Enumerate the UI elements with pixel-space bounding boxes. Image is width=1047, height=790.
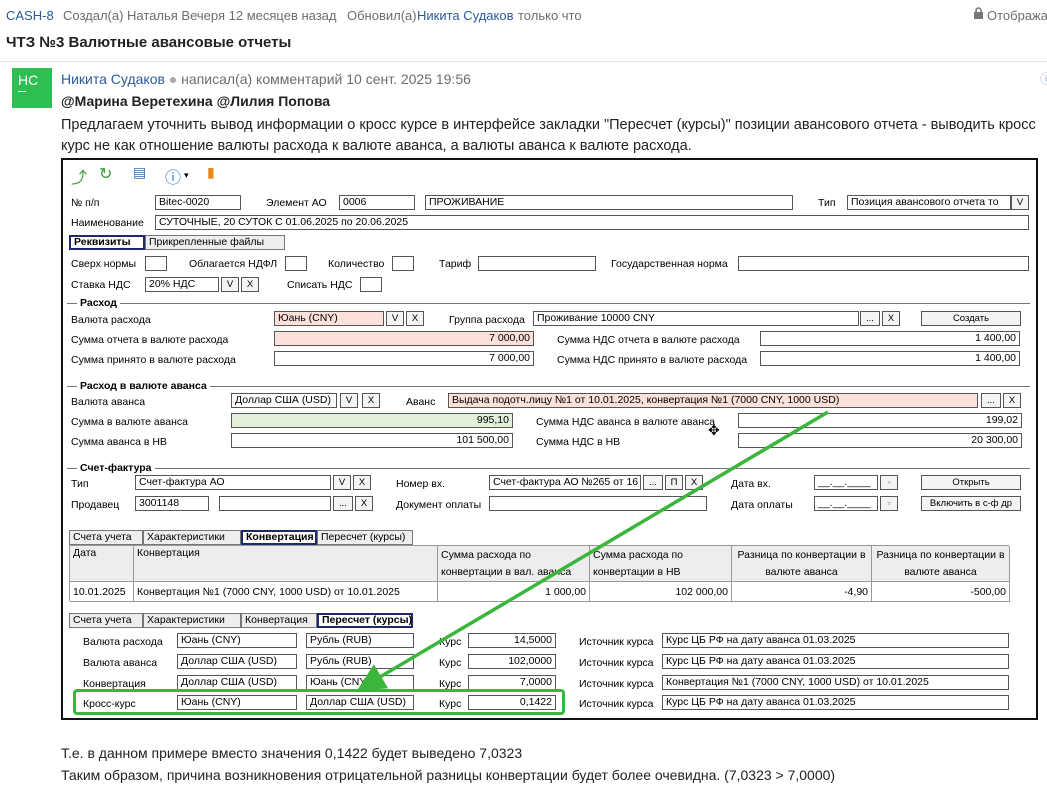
annotation-arrow-icon: [356, 410, 829, 691]
embedded-form-screenshot: ⤴ ↻ ▤ ⓘ ▾ ▮ № п/п Bitec-0020 Элемент АО …: [61, 158, 1038, 720]
comment-body: Предлагаем уточнить вывод информации о к…: [61, 117, 1036, 154]
footer-text-2: Таким образом, причина возникновения отр…: [61, 767, 836, 783]
avatar-underline: [18, 91, 26, 93]
avatar[interactable]: НС: [12, 68, 52, 108]
page-title: ЧТЗ №3 Валютные авансовые отчеты: [6, 34, 292, 51]
comment-action: написал(а) комментарий 10 сент. 2025 19:…: [181, 71, 471, 87]
dot-separator-icon: ●: [168, 71, 178, 87]
footer-text-1: Т.е. в данном примере вместо значения 0,…: [61, 745, 523, 761]
comment-mentions: @Марина Веретехина @Лилия Попова: [61, 93, 331, 109]
lock-icon: [973, 7, 984, 19]
issue-key-link[interactable]: CASH-8: [6, 8, 54, 23]
divider: [0, 61, 1047, 62]
comment-meta: Никита Судаков ● написал(а) комментарий …: [61, 71, 471, 87]
visibility-label[interactable]: Отобража: [987, 8, 1047, 23]
avatar-initials: НС: [18, 72, 39, 88]
updated-by-link[interactable]: Никита Судаков: [417, 8, 514, 23]
updated-prefix: Обновил(а): [347, 8, 417, 23]
issue-header: CASH-8 Создал(а) Наталья Вечеря 12 месяц…: [0, 0, 1047, 32]
updated-when: только что: [518, 8, 582, 23]
created-info: Создал(а) Наталья Вечеря 12 месяцев наза…: [63, 8, 337, 23]
info-icon[interactable]: ⓘ: [1040, 70, 1047, 86]
comment-author-link[interactable]: Никита Судаков: [61, 71, 165, 87]
